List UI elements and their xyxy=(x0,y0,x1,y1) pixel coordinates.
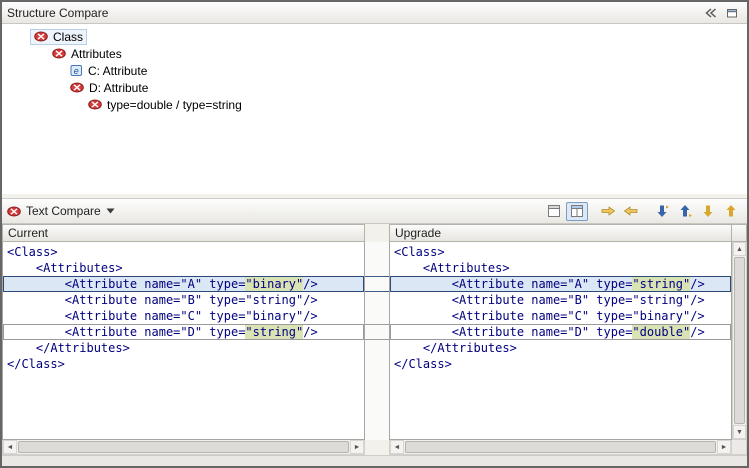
changed-token: "string" xyxy=(632,277,690,291)
compare-editor-window: Structure Compare Class Attributes e C: Att… xyxy=(0,0,749,468)
structure-compare-tree: Class Attributes e C: Attribute D: Attribute… xyxy=(2,24,747,194)
text-compare-header: Text Compare xyxy=(2,198,747,224)
conflict-change-icon xyxy=(70,82,84,93)
code-line[interactable]: </Class> xyxy=(390,356,731,372)
code-line[interactable]: <Attribute name="C" type="binary"/> xyxy=(390,308,731,324)
code-line[interactable]: <Class> xyxy=(390,244,731,260)
tree-item[interactable]: Attributes xyxy=(2,45,747,62)
structure-header-buttons xyxy=(698,4,742,22)
tree-item-label: Attributes xyxy=(71,47,122,61)
ancestor-pane-icon xyxy=(546,204,562,218)
diff-connector-gutter xyxy=(365,242,389,440)
gutter-header xyxy=(365,224,389,242)
tree-item[interactable]: type=double / type=string xyxy=(2,96,747,113)
vertical-scrollbar[interactable]: ▲ ▼ xyxy=(732,242,747,440)
left-horizontal-scrollbar-thumb[interactable] xyxy=(18,441,349,453)
gutter-bottom xyxy=(365,440,389,455)
conflict-change-icon xyxy=(34,31,48,42)
previous-change-icon xyxy=(723,204,739,218)
changed-token: "binary" xyxy=(245,277,303,291)
code-line[interactable]: </Attributes> xyxy=(3,340,364,356)
scroll-down-arrow-icon[interactable]: ▼ xyxy=(733,425,746,439)
tree-item-label: C: Attribute xyxy=(88,64,147,78)
bottom-strip xyxy=(2,455,747,466)
element-icon: e xyxy=(70,64,83,77)
diff-code-line[interactable]: <Attribute name="A" type="string"/> xyxy=(390,276,731,292)
restore-icon xyxy=(725,7,739,19)
tree-item-label: Class xyxy=(53,30,83,44)
code-line[interactable]: <Attributes> xyxy=(390,260,731,276)
scroll-right-arrow-icon[interactable]: ► xyxy=(350,440,364,454)
structure-compare-title: Structure Compare xyxy=(7,6,108,20)
right-pane-header: Upgrade xyxy=(389,224,732,242)
code-line[interactable]: </Class> xyxy=(3,356,364,372)
changed-token: "double" xyxy=(632,325,690,339)
code-line[interactable]: <Attribute name="B" type="string"/> xyxy=(3,292,364,308)
code-line[interactable]: </Attributes> xyxy=(390,340,731,356)
restore-button[interactable] xyxy=(722,4,742,22)
two-way-layout-icon xyxy=(569,204,585,218)
horizontal-scrollbars-row: ◄ ► ◄ ► xyxy=(2,440,747,455)
tree-item-label: type=double / type=string xyxy=(107,98,242,112)
tree-item-label: D: Attribute xyxy=(89,81,148,95)
right-horizontal-scrollbar-thumb[interactable] xyxy=(405,441,716,453)
vertical-scrollbar-thumb[interactable] xyxy=(734,257,745,424)
diff-code-line[interactable]: <Attribute name="D" type="string"/> xyxy=(3,324,364,340)
collapse-icon xyxy=(703,7,717,19)
previous-change-button[interactable] xyxy=(720,202,742,221)
scroll-up-arrow-icon[interactable]: ▲ xyxy=(733,242,746,256)
left-horizontal-scrollbar[interactable]: ◄ ► xyxy=(2,440,365,455)
code-line[interactable]: <Attribute name="B" type="string"/> xyxy=(390,292,731,308)
scrollbar-corner xyxy=(732,440,747,455)
scroll-left-arrow-icon[interactable]: ◄ xyxy=(390,440,404,454)
dropdown-caret-icon[interactable] xyxy=(106,205,118,217)
scrollbar-header-corner xyxy=(732,224,747,242)
next-difference-button[interactable] xyxy=(651,202,673,221)
right-editor-pane[interactable]: <Class> <Attributes> <Attribute name="A"… xyxy=(389,242,732,440)
conflict-change-icon xyxy=(52,48,66,59)
previous-difference-icon xyxy=(677,204,693,218)
next-change-icon xyxy=(700,204,716,218)
code-line[interactable]: <Class> xyxy=(3,244,364,260)
copy-left-to-right-icon xyxy=(600,204,616,218)
code-line[interactable]: <Attributes> xyxy=(3,260,364,276)
changed-token: "string" xyxy=(245,325,303,339)
copy-right-to-left-icon xyxy=(623,204,639,218)
text-compare-title: Text Compare xyxy=(26,204,101,218)
code-line[interactable]: <Attribute name="C" type="binary"/> xyxy=(3,308,364,324)
show-ancestor-pane-button[interactable] xyxy=(543,202,565,221)
tree-item[interactable]: e C: Attribute xyxy=(2,62,747,79)
copy-right-to-left-button[interactable] xyxy=(620,202,642,221)
collapse-button[interactable] xyxy=(700,4,720,22)
diff-code-line[interactable]: <Attribute name="D" type="double"/> xyxy=(390,324,731,340)
next-change-button[interactable] xyxy=(697,202,719,221)
next-difference-icon xyxy=(654,204,670,218)
left-editor-pane[interactable]: <Class> <Attributes> <Attribute name="A"… xyxy=(2,242,365,440)
right-horizontal-scrollbar[interactable]: ◄ ► xyxy=(389,440,732,455)
copy-left-to-right-button[interactable] xyxy=(597,202,619,221)
conflict-change-icon xyxy=(88,99,102,110)
tree-item[interactable]: D: Attribute xyxy=(2,79,747,96)
left-pane-header: Current xyxy=(2,224,365,242)
diff-code-line[interactable]: <Attribute name="A" type="binary"/> xyxy=(3,276,364,292)
compare-editors: <Class> <Attributes> <Attribute name="A"… xyxy=(2,242,747,440)
two-way-layout-button[interactable] xyxy=(566,202,588,221)
conflict-change-icon xyxy=(7,206,21,217)
pane-headers-row: Current Upgrade xyxy=(2,224,747,242)
previous-difference-button[interactable] xyxy=(674,202,696,221)
diff-connector-lines xyxy=(365,242,389,440)
tree-item[interactable]: Class xyxy=(2,28,747,45)
scroll-right-arrow-icon[interactable]: ► xyxy=(717,440,731,454)
structure-compare-header: Structure Compare xyxy=(2,2,747,24)
scroll-left-arrow-icon[interactable]: ◄ xyxy=(3,440,17,454)
svg-text:e: e xyxy=(74,66,79,76)
text-compare-toolbar xyxy=(542,202,742,221)
